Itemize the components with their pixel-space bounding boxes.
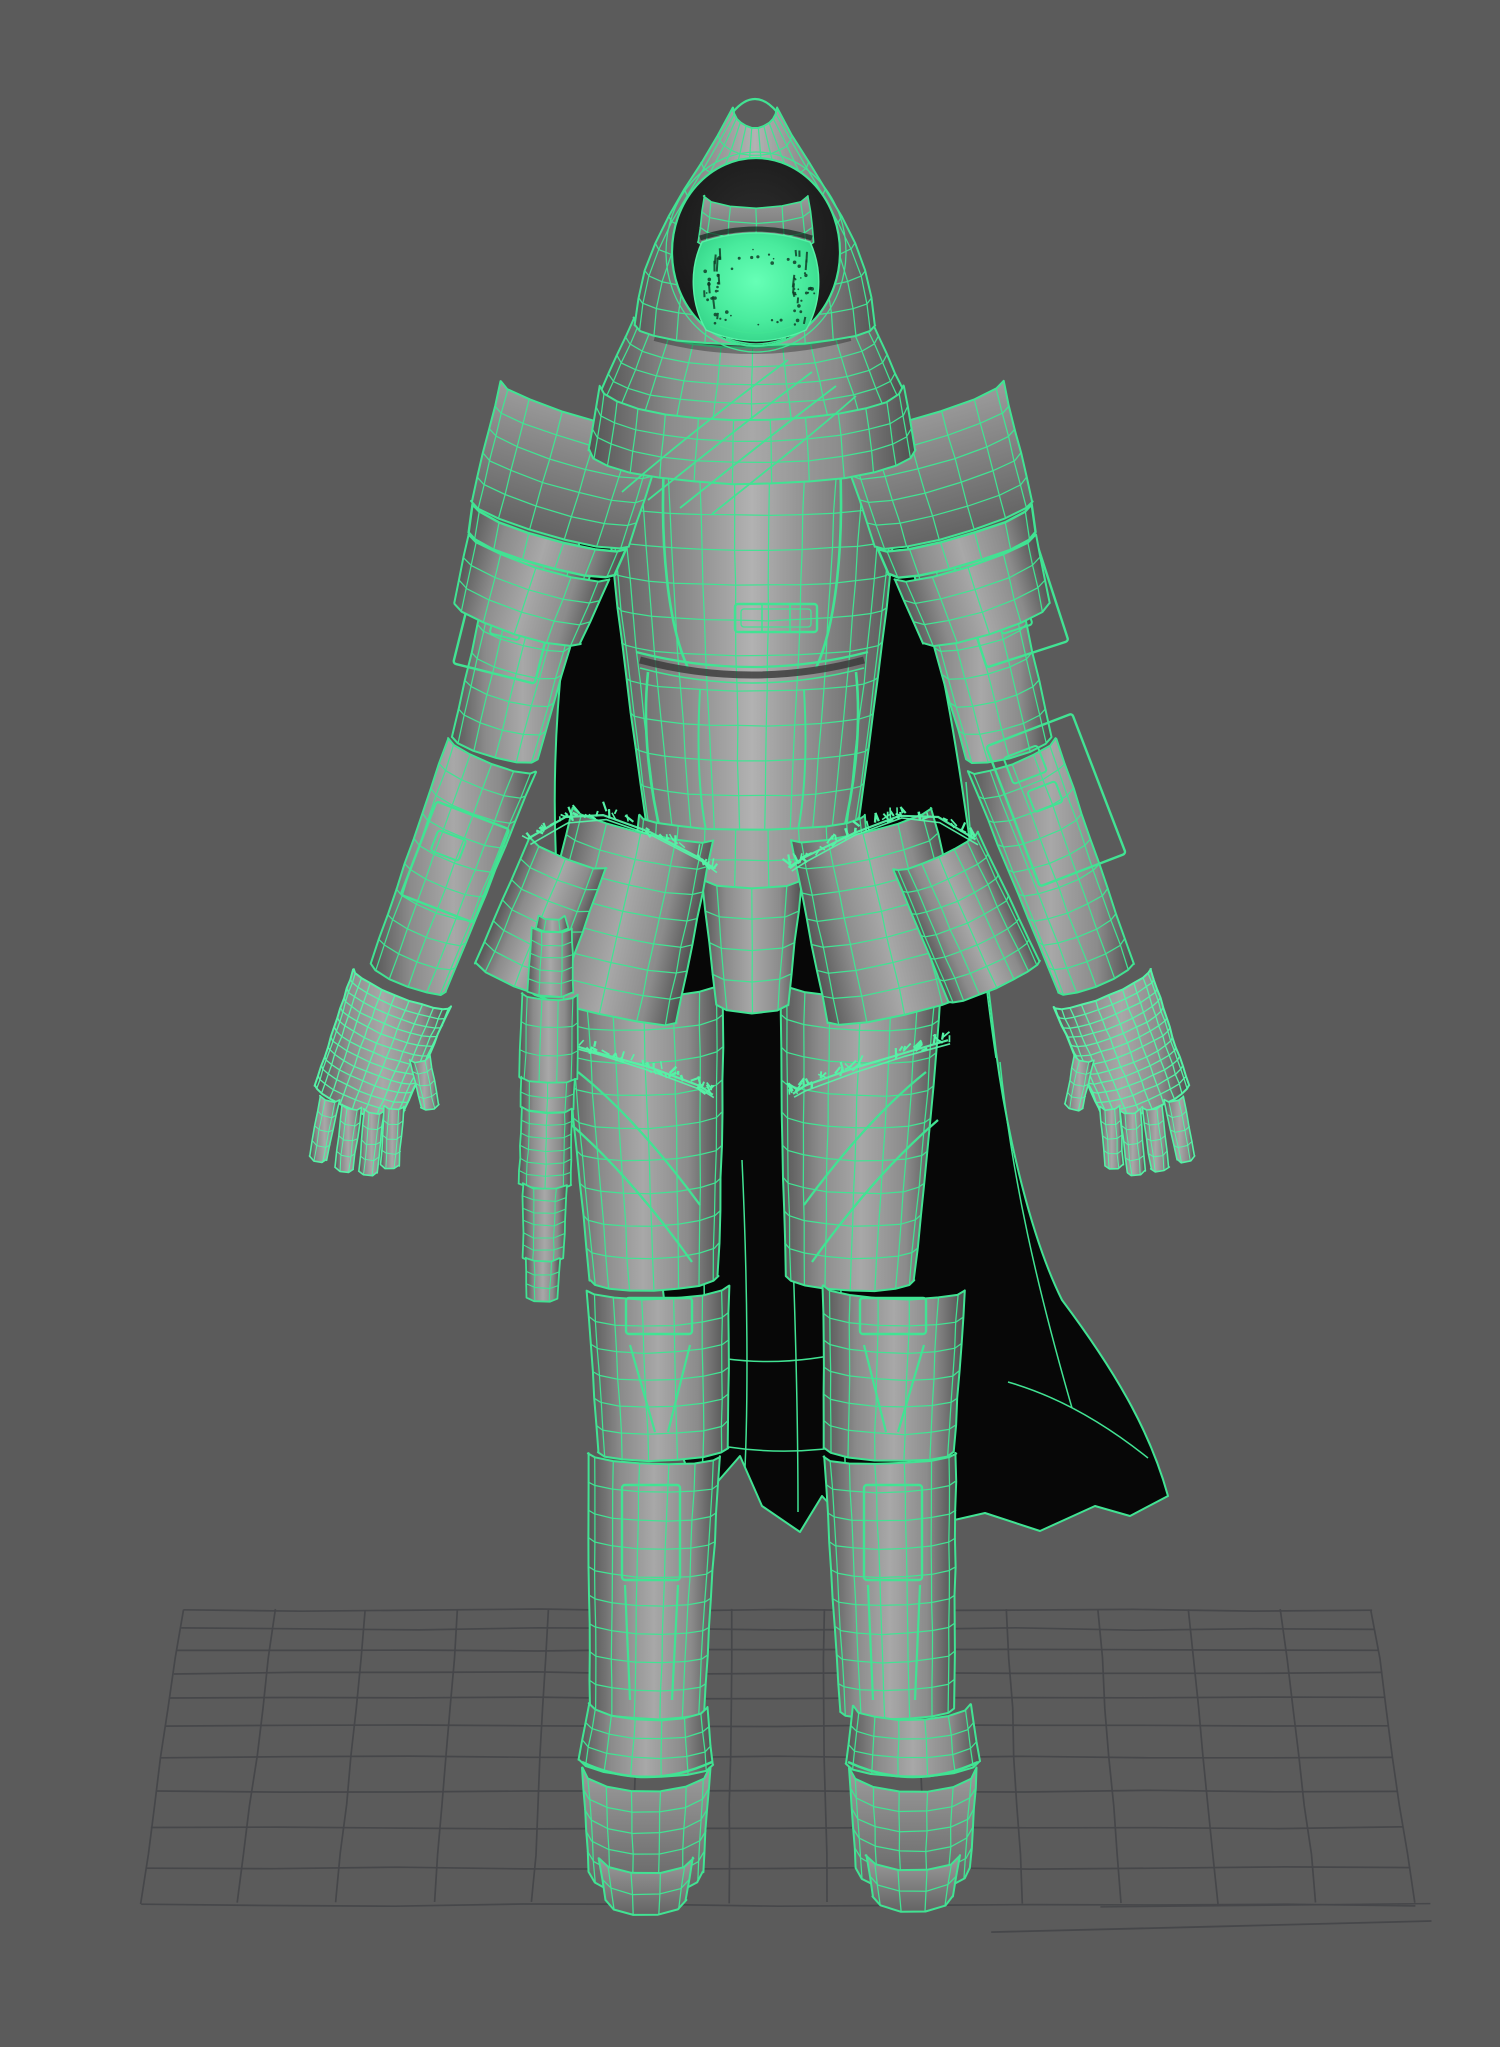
part-left-boot[interactable] xyxy=(577,1701,715,1916)
part-left-thigh[interactable] xyxy=(561,980,725,1292)
part-right-knee-guard[interactable] xyxy=(821,1284,966,1462)
3d-viewport[interactable] xyxy=(0,0,1500,2047)
part-right-thigh[interactable] xyxy=(779,980,942,1293)
part-left-knee-guard[interactable] xyxy=(585,1284,731,1463)
part-crotch-guard[interactable] xyxy=(700,878,804,1015)
part-helmet-visor[interactable] xyxy=(692,194,820,345)
part-left-shin-guard[interactable] xyxy=(586,1452,721,1721)
part-right-shin-guard[interactable] xyxy=(822,1451,958,1721)
part-right-boot[interactable] xyxy=(844,1703,981,1913)
viewport-canvas[interactable] xyxy=(0,0,1500,2047)
